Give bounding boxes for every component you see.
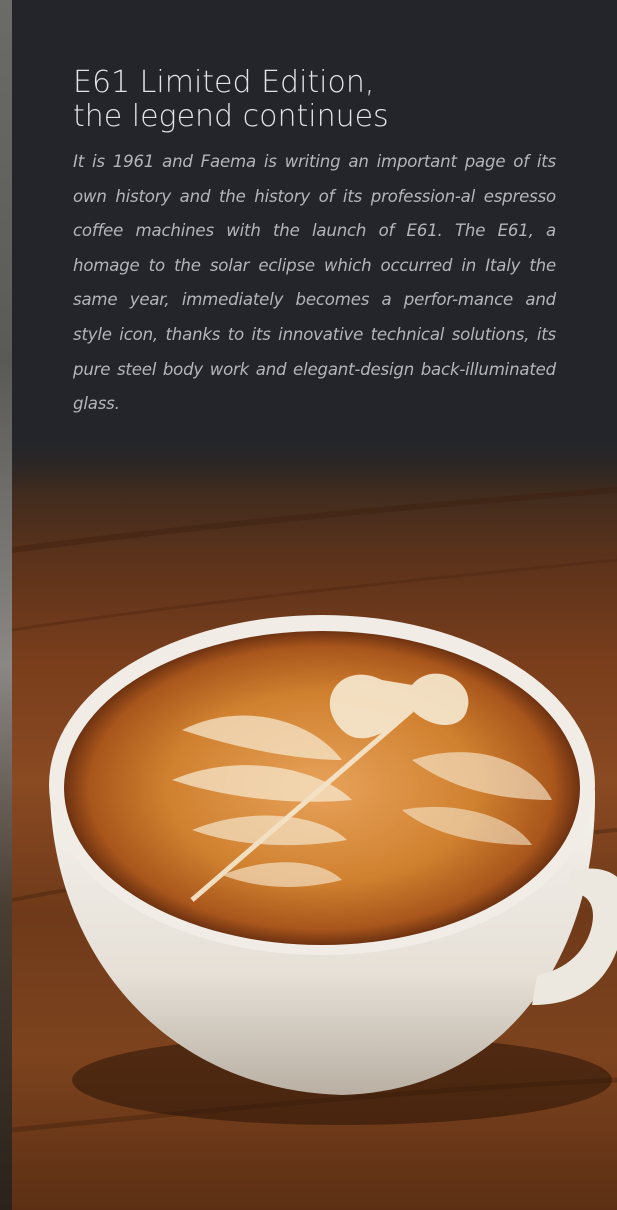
latte-cup-image	[12, 430, 617, 1210]
title-line-2: the legend continues	[73, 99, 389, 134]
body-paragraph: It is 1961 and Faema is writing an impor…	[73, 152, 556, 414]
title-line-1: E61 Limited Edition,	[73, 65, 375, 100]
brochure-page: E61 Limited Edition, the legend continue…	[0, 0, 617, 1210]
page-title: E61 Limited Edition, the legend continue…	[73, 66, 573, 134]
adjacent-page-edge	[0, 0, 12, 1210]
coffee-photo	[12, 430, 617, 1210]
